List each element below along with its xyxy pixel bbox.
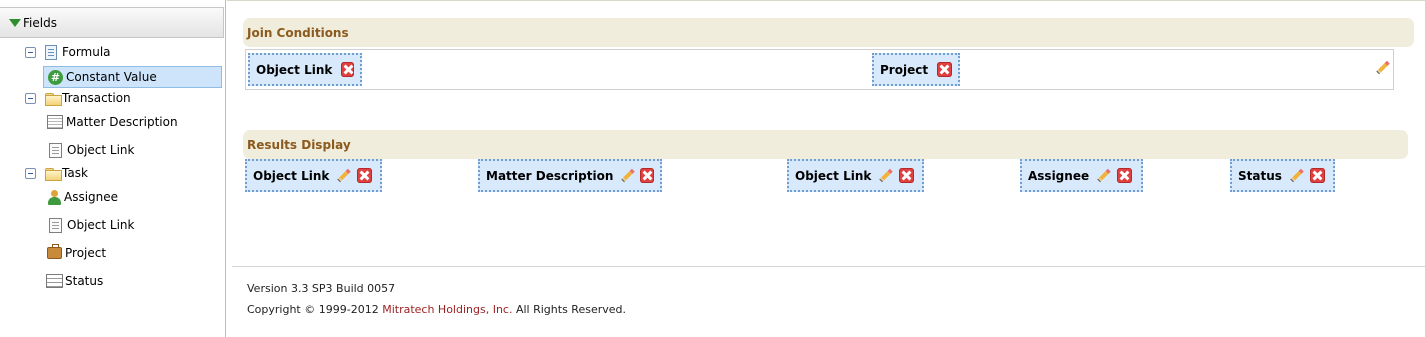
tree-node-matter-description[interactable]: Matter Description	[47, 111, 178, 133]
chip-label: Project	[880, 62, 929, 77]
tree-node-status[interactable]: Status	[46, 270, 103, 292]
tree-node-project[interactable]: Project	[47, 242, 106, 264]
company-link[interactable]: Mitratech Holdings, Inc.	[382, 303, 512, 316]
fields-header-label: Fields	[23, 15, 57, 30]
remove-icon[interactable]	[357, 168, 373, 183]
status-field-icon	[46, 274, 63, 288]
section-title: Results Display	[247, 137, 351, 152]
top-divider	[227, 0, 1425, 1]
result-chip-object-link-2[interactable]: Object Link	[787, 159, 924, 192]
tree-node-label: Transaction	[62, 91, 131, 105]
tree-node-label: Constant Value	[66, 70, 157, 84]
footer-divider	[232, 266, 1425, 267]
folder-icon	[45, 92, 62, 106]
remove-icon[interactable]	[1117, 168, 1133, 183]
join-conditions-box	[245, 49, 1394, 90]
tree-node-label: Assignee	[64, 190, 119, 204]
tree-node-assignee[interactable]: Assignee	[47, 186, 118, 208]
copyright-prefix: Copyright © 1999-2012	[247, 303, 383, 316]
remove-icon[interactable]	[1309, 168, 1325, 183]
fields-header[interactable]: Fields	[0, 7, 224, 38]
user-icon	[47, 189, 61, 205]
collapse-icon[interactable]	[25, 167, 36, 179]
edit-pencil-icon[interactable]	[1096, 168, 1112, 184]
copyright-text: Copyright © 1999-2012 Mitratech Holdings…	[247, 303, 626, 316]
constant-value-icon: #	[48, 69, 63, 85]
edit-join-pencil-icon[interactable]	[1375, 60, 1391, 76]
tree-node-task-object-link[interactable]: Object Link	[49, 214, 134, 236]
tree-node-label: Project	[65, 246, 107, 260]
remove-icon[interactable]	[937, 62, 952, 77]
tree-node-label: Task	[62, 166, 88, 180]
tree-node-constant-value[interactable]: # Constant Value	[43, 66, 222, 88]
tree-node-task[interactable]: Task	[25, 162, 88, 184]
remove-icon[interactable]	[640, 168, 654, 183]
join-chip-object-link[interactable]: Object Link	[248, 53, 362, 86]
chip-label: Status	[1238, 168, 1282, 183]
result-chip-status[interactable]: Status	[1230, 159, 1335, 192]
result-chip-object-link[interactable]: Object Link	[245, 159, 382, 192]
tree-node-label: Formula	[62, 45, 111, 59]
remove-icon[interactable]	[341, 62, 354, 77]
collapse-icon[interactable]	[25, 46, 36, 58]
collapse-icon[interactable]	[25, 92, 36, 104]
expand-triangle-icon	[9, 18, 21, 27]
tree-node-label: Status	[65, 274, 104, 288]
edit-pencil-icon[interactable]	[878, 168, 894, 184]
tree-node-formula[interactable]: Formula	[25, 41, 111, 63]
text-field-icon	[47, 115, 63, 129]
tree-node-label: Matter Description	[66, 115, 178, 129]
edit-pencil-icon[interactable]	[620, 168, 635, 184]
chip-label: Matter Description	[486, 168, 614, 183]
section-title: Join Conditions	[247, 25, 349, 40]
object-link-icon	[49, 217, 62, 233]
fields-tree-panel: Fields Formula # Constant Value Transact…	[0, 0, 226, 337]
edit-pencil-icon[interactable]	[336, 168, 352, 184]
edit-pencil-icon[interactable]	[1289, 168, 1305, 184]
result-chip-assignee[interactable]: Assignee	[1020, 159, 1143, 192]
tree-node-object-link[interactable]: Object Link	[49, 139, 134, 161]
chip-label: Object Link	[795, 168, 872, 183]
join-conditions-header: Join Conditions	[243, 18, 1414, 47]
chip-label: Object Link	[256, 62, 333, 77]
tree-node-label: Object Link	[67, 218, 135, 232]
folder-icon	[45, 167, 62, 181]
version-text: Version 3.3 SP3 Build 0057	[247, 282, 396, 295]
tree-node-label: Object Link	[67, 143, 135, 157]
object-link-icon	[49, 142, 62, 158]
copyright-suffix: All Rights Reserved.	[512, 303, 626, 316]
remove-icon[interactable]	[899, 168, 915, 183]
tree-node-transaction[interactable]: Transaction	[25, 87, 131, 109]
briefcase-icon	[47, 244, 62, 259]
formula-icon	[45, 44, 57, 60]
chip-label: Object Link	[253, 168, 330, 183]
chip-label: Assignee	[1028, 168, 1090, 183]
join-chip-project[interactable]: Project	[872, 53, 960, 86]
results-display-header: Results Display	[243, 130, 1408, 159]
result-chip-matter-description[interactable]: Matter Description	[478, 159, 662, 192]
